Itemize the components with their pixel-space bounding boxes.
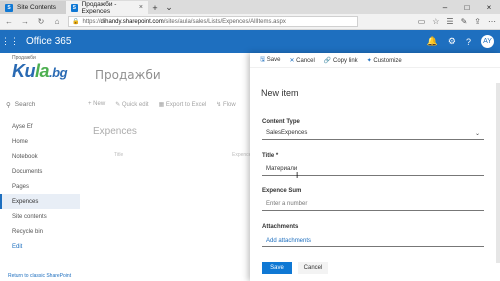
- panel-overlay[interactable]: [80, 53, 250, 281]
- suite-icons: 🔔 ⚙ ? AY: [427, 35, 500, 48]
- customize-button[interactable]: ✦ Customize: [367, 57, 402, 64]
- settings-gear-icon[interactable]: ⚙: [448, 36, 456, 47]
- office-suite-bar: ⋮⋮ Office 365 🔔 ⚙ ? AY: [0, 30, 500, 53]
- sharepoint-icon: S: [5, 3, 13, 12]
- search-icon: ⚲: [6, 101, 11, 109]
- panel-save-button[interactable]: 🖫 Save: [260, 55, 280, 65]
- avatar[interactable]: AY: [481, 35, 494, 48]
- refresh-icon[interactable]: ↻: [36, 17, 46, 26]
- nav-item-home[interactable]: Home: [0, 134, 80, 149]
- nav-item-documents[interactable]: Documents: [0, 164, 80, 179]
- browser-tab-expences[interactable]: S Продажби - Expences ×: [66, 0, 148, 15]
- tab-dropdown-button[interactable]: ⌄: [162, 1, 176, 14]
- favorites-hub-icon[interactable]: ☰: [446, 17, 453, 26]
- panel-scrollbar[interactable]: [496, 83, 500, 263]
- search-placeholder: Search: [14, 101, 36, 108]
- home-icon[interactable]: ⌂: [52, 17, 62, 26]
- reading-view-icon[interactable]: ▭: [418, 17, 426, 26]
- link-icon: 🔗: [323, 57, 333, 64]
- maximize-icon[interactable]: □: [456, 1, 478, 14]
- chevron-down-icon: ⌄: [474, 130, 480, 137]
- share-icon[interactable]: ⇪: [474, 17, 481, 26]
- browser-tab-bar: S Site Contents S Продажби - Expences × …: [0, 0, 500, 15]
- back-icon[interactable]: ←: [4, 17, 14, 26]
- new-item-panel: 🖫 Save ✕ Cancel 🔗 Copy link ✦ Customize …: [250, 53, 500, 281]
- help-icon[interactable]: ?: [466, 37, 471, 47]
- text-cursor-icon: I: [296, 171, 299, 180]
- close-window-icon[interactable]: ×: [478, 1, 500, 14]
- content-type-select[interactable]: SalesExpences ⌄: [262, 127, 484, 140]
- cancel-button[interactable]: Cancel: [298, 262, 328, 274]
- notifications-bell-icon[interactable]: 🔔: [427, 36, 438, 47]
- pen-icon[interactable]: ✎: [461, 17, 468, 26]
- nav-item-recycle-bin[interactable]: Recycle bin: [0, 224, 80, 239]
- browser-toolbar-icons: ▭ ☆ ☰ ✎ ⇪ ⋯: [418, 17, 496, 26]
- sharepoint-icon: S: [71, 3, 78, 12]
- save-disk-icon: 🖫: [260, 57, 267, 63]
- attachments-divider: [262, 246, 484, 247]
- return-to-classic-link[interactable]: Return to classic SharePoint: [8, 273, 71, 279]
- browser-tab-site-contents[interactable]: S Site Contents: [0, 1, 66, 14]
- minimize-icon[interactable]: –: [434, 1, 456, 14]
- url-field[interactable]: 🔒 https://dihandy.sharepoint.com/sites/a…: [68, 16, 358, 27]
- forward-icon[interactable]: →: [20, 17, 30, 26]
- nav-item-expences[interactable]: Expences: [0, 194, 80, 209]
- panel-heading: New item: [261, 88, 299, 98]
- panel-command-bar: 🖫 Save ✕ Cancel 🔗 Copy link ✦ Customize: [250, 53, 500, 68]
- more-icon[interactable]: ⋯: [488, 17, 496, 26]
- favorite-star-icon[interactable]: ☆: [432, 17, 439, 26]
- nav-item-ayse[interactable]: Ayse Ef: [0, 119, 80, 134]
- url-scheme: https://: [82, 18, 101, 25]
- close-tab-icon[interactable]: ×: [139, 4, 143, 11]
- site-logo[interactable]: Kula.bg: [12, 61, 68, 82]
- nav-item-notebook[interactable]: Notebook: [0, 149, 80, 164]
- tab-label: Site Contents: [17, 4, 57, 11]
- copy-link-button[interactable]: 🔗 Copy link: [324, 57, 358, 64]
- nav-edit-link[interactable]: Edit: [0, 239, 80, 254]
- lock-icon: 🔒: [72, 19, 80, 25]
- search-box[interactable]: ⚲ Search: [6, 98, 74, 111]
- expence-sum-label: Expence Sum: [262, 188, 302, 194]
- window-controls: – □ ×: [434, 1, 500, 14]
- title-label: Title *: [262, 153, 279, 159]
- brand-label[interactable]: Office 365: [26, 36, 71, 47]
- address-bar: ← → ↻ ⌂ 🔒 https://dihandy.sharepoint.com…: [0, 14, 500, 30]
- attachments-label: Attachments: [262, 224, 299, 230]
- new-tab-button[interactable]: +: [148, 1, 162, 14]
- app-launcher-icon[interactable]: ⋮⋮: [0, 30, 20, 53]
- tab-label: Продажби - Expences: [81, 0, 117, 15]
- expence-sum-input[interactable]: Enter a number: [262, 198, 484, 211]
- url-path: /sites/aula/sales/Lists/Expences/AllItem…: [163, 18, 286, 25]
- add-attachments-link[interactable]: Add attachments: [266, 238, 311, 244]
- nav-item-pages[interactable]: Pages: [0, 179, 80, 194]
- url-host: dihandy.sharepoint.com: [100, 18, 164, 25]
- nav-item-site-contents[interactable]: Site contents: [0, 209, 80, 224]
- content-type-label: Content Type: [262, 119, 300, 125]
- panel-cancel-button[interactable]: ✕ Cancel: [289, 57, 314, 64]
- save-button[interactable]: Save: [262, 262, 292, 274]
- left-navigation: ⚲ Search Ayse Ef Home Notebook Documents…: [0, 95, 80, 281]
